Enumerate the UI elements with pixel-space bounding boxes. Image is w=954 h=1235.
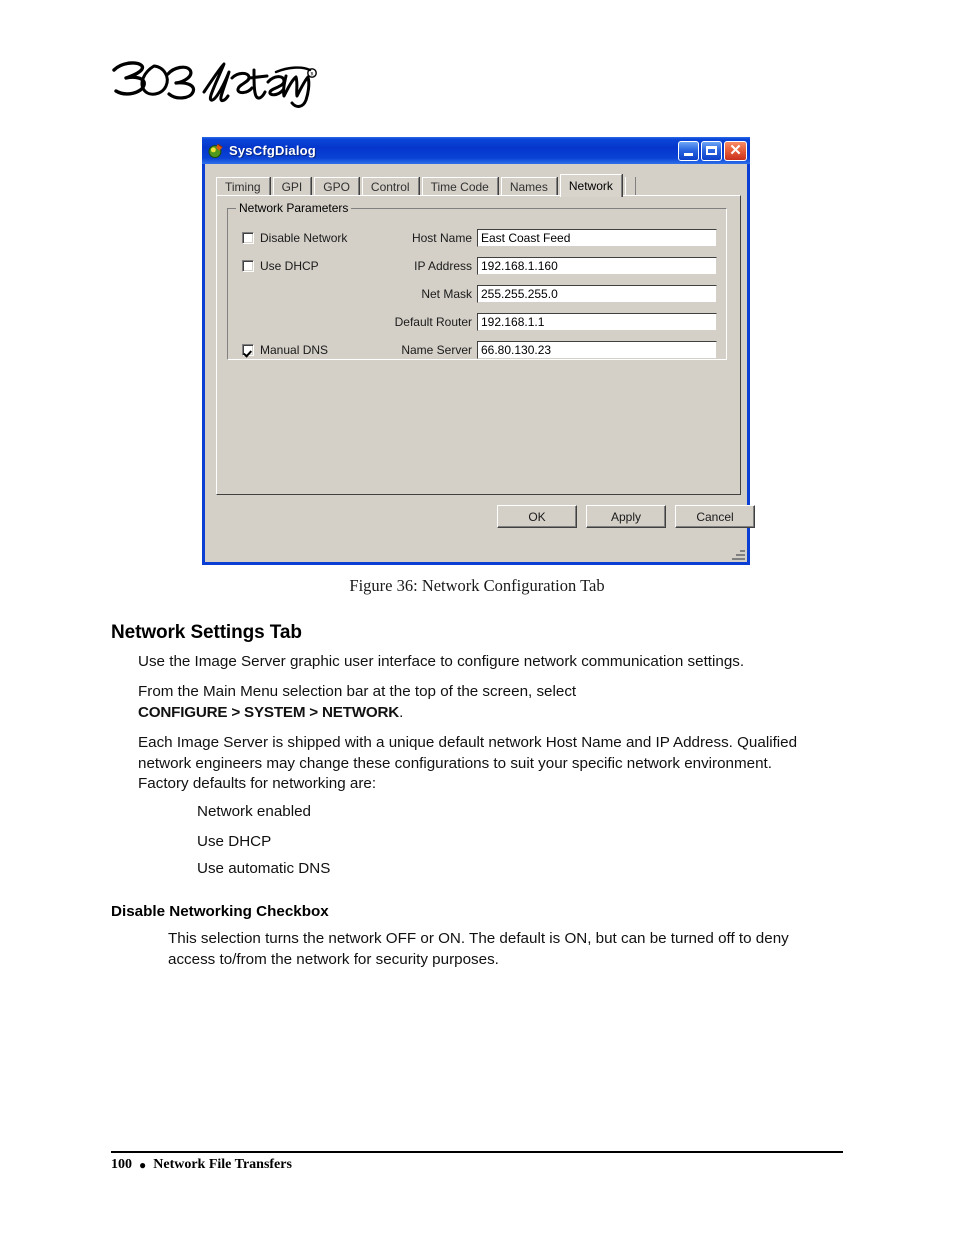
menu-path-period: .	[399, 703, 404, 721]
name-server-input[interactable]: 66.80.130.23	[477, 341, 717, 359]
use-dhcp-label: Use DHCP	[260, 259, 319, 273]
manual-dns-checkbox[interactable]: Manual DNS	[242, 343, 328, 357]
disable-network-checkbox[interactable]: Disable Network	[242, 231, 347, 245]
footer-section-title: Network File Transfers	[153, 1157, 292, 1172]
apply-button[interactable]: Apply	[586, 505, 666, 528]
subsection-title: Disable Networking Checkbox	[111, 903, 329, 920]
manual-dns-checkbox-box[interactable]	[242, 344, 254, 356]
default-item-network-enabled: Network enabled	[197, 803, 311, 820]
paragraph-disable-networking: This selection turns the network OFF or …	[168, 930, 789, 968]
footer: 100 ● Network File Transfers	[111, 1157, 292, 1173]
network-parameters-group: Network Parameters Disable Network Host …	[227, 201, 727, 361]
maximize-button[interactable]	[701, 140, 722, 161]
app-icon	[208, 143, 223, 159]
default-router-label: Default Router	[394, 315, 472, 329]
paragraph-defaults-intro: Each Image Server is shipped with a uniq…	[138, 734, 798, 792]
use-dhcp-checkbox-box[interactable]	[242, 260, 254, 272]
paragraph-intro: Use the Image Server graphic user interf…	[138, 653, 745, 670]
name-server-label: Name Server	[401, 343, 472, 357]
menu-path-bold: CONFIGURE > SYSTEM > NETWORK	[138, 703, 400, 721]
net-mask-label: Net Mask	[421, 287, 472, 301]
host-name-input[interactable]: East Coast Feed	[477, 229, 717, 247]
tab-network[interactable]: Network	[559, 174, 622, 197]
default-router-input[interactable]: 192.168.1.1	[477, 313, 717, 331]
manual-dns-label: Manual DNS	[260, 343, 329, 357]
tab-names[interactable]: Names	[500, 177, 557, 196]
row-name-server: Manual DNS Name Server 66.80.130.23	[228, 339, 726, 361]
disable-network-label: Disable Network	[260, 231, 348, 245]
close-button[interactable]: ✕	[724, 140, 747, 161]
tab-gpo[interactable]: GPO	[314, 177, 359, 196]
menu-path-line1: From the Main Menu selection bar at the …	[138, 683, 577, 700]
window-controls: ✕	[678, 140, 747, 161]
row-default-router: Default Router 192.168.1.1	[228, 311, 726, 333]
tab-strip-filler	[624, 177, 635, 196]
ip-address-input[interactable]: 192.168.1.160	[477, 257, 717, 275]
dialog-button-row: OK Apply Cancel	[497, 505, 755, 528]
host-name-label: Host Name	[411, 231, 472, 245]
default-item-automatic-dns: Use automatic DNS	[197, 860, 331, 877]
logo-360-systems-icon: R	[112, 61, 317, 108]
resize-grip[interactable]	[731, 546, 745, 560]
cancel-button[interactable]: Cancel	[675, 505, 755, 528]
network-tab-panel: Network Parameters Disable Network Host …	[216, 195, 741, 495]
dialog-title: SysCfgDialog	[229, 143, 316, 158]
figure-caption: Figure 36: Network Configuration Tab	[349, 576, 605, 595]
footer-page-number: 100	[111, 1157, 132, 1172]
minimize-button[interactable]	[678, 140, 699, 161]
tab-time-code[interactable]: Time Code	[421, 177, 498, 196]
row-net-mask: Net Mask 255.255.255.0	[228, 283, 726, 305]
default-item-use-dhcp: Use DHCP	[197, 833, 272, 850]
tab-strip[interactable]: Timing GPI GPO Control Time Code Names N…	[216, 174, 635, 197]
tab-gpi[interactable]: GPI	[272, 177, 312, 196]
use-dhcp-checkbox[interactable]: Use DHCP	[242, 259, 319, 273]
net-mask-input[interactable]: 255.255.255.0	[477, 285, 717, 303]
ip-address-label: IP Address	[414, 259, 472, 273]
paragraph-menu-path: From the Main Menu selection bar at the …	[138, 682, 814, 723]
row-ip-address: Use DHCP IP Address 192.168.1.160	[228, 255, 726, 277]
network-parameters-legend: Network Parameters	[236, 201, 352, 215]
page-title: Network Settings Tab	[111, 622, 302, 643]
company-logo: R	[108, 52, 318, 110]
tab-control[interactable]: Control	[361, 177, 419, 196]
syscfg-dialog-window[interactable]: SysCfgDialog ✕ Timing GPI GPO Control Ti…	[202, 137, 755, 565]
row-host-name: Disable Network Host Name East Coast Fee…	[228, 227, 726, 249]
footer-divider	[111, 1151, 843, 1153]
tab-timing[interactable]: Timing	[216, 177, 270, 196]
dialog-titlebar[interactable]: SysCfgDialog ✕	[202, 137, 750, 164]
footer-bullet-icon: ●	[139, 1158, 147, 1172]
ok-button[interactable]: OK	[497, 505, 577, 528]
disable-network-checkbox-box[interactable]	[242, 232, 254, 244]
